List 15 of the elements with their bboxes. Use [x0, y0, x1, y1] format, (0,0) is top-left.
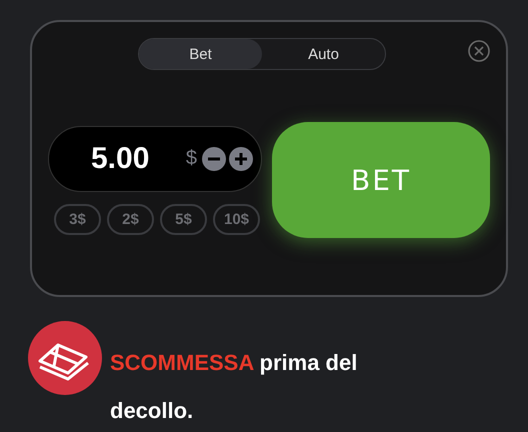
caption-text: SCOMMESSA prima del decollo. [110, 349, 358, 425]
quick-amount-button[interactable]: 5$ [160, 204, 207, 234]
currency-symbol: $ [186, 147, 197, 170]
plus-icon[interactable] [229, 146, 253, 170]
amount-field[interactable]: 5.00 $ [48, 126, 262, 192]
quick-amount-button[interactable]: 10$ [213, 204, 260, 234]
quick-amount-button[interactable]: 3$ [54, 204, 101, 234]
amount-value: 5.00 [91, 142, 150, 176]
minus-icon[interactable] [202, 146, 226, 170]
close-icon[interactable] [468, 40, 490, 62]
quick-amount-button[interactable]: 2$ [107, 204, 154, 234]
bet-button[interactable]: BET [272, 122, 490, 238]
money-icon [28, 321, 102, 395]
tab[interactable]: Bet [139, 39, 262, 69]
tab[interactable]: Auto [262, 39, 385, 69]
